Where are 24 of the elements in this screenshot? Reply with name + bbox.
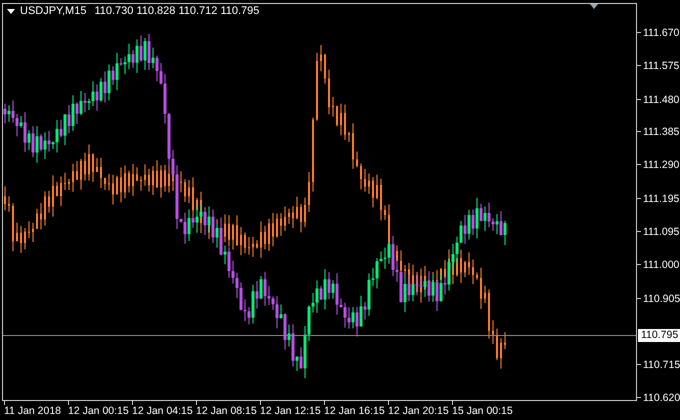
price-axis-label: 110.905 <box>643 293 680 305</box>
time-axis-label: 12 Jan 08:15 <box>196 405 257 417</box>
price-axis-label: 111.095 <box>643 226 680 238</box>
price-axis-label: 110.620 <box>643 392 680 404</box>
time-axis-label: 12 Jan 00:15 <box>68 405 129 417</box>
dropdown-icon[interactable] <box>7 9 15 14</box>
price-axis-label: 111.670 <box>643 27 680 39</box>
time-axis-label: 11 Jan 2018 <box>4 405 62 417</box>
time-axis-label: 12 Jan 04:15 <box>132 405 193 417</box>
price-axis-label: 111.000 <box>643 259 680 271</box>
price-axis-label: 111.480 <box>643 94 680 106</box>
time-axis-label: 15 Jan 00:15 <box>452 405 513 417</box>
time-axis-label: 12 Jan 12:15 <box>260 405 321 417</box>
price-axis-label: 111.195 <box>643 193 680 205</box>
symbol-label: USDJPY,M15 <box>20 5 86 18</box>
price-axis-label: 110.715 <box>643 359 680 371</box>
time-axis-label: 12 Jan 20:15 <box>388 405 449 417</box>
price-axis-label: 111.575 <box>643 60 680 72</box>
time-axis-label: 12 Jan 16:15 <box>324 405 385 417</box>
quote-values: 110.730 110.828 110.712 110.795 <box>94 5 260 18</box>
price-axis-label: 111.290 <box>643 159 680 171</box>
price-axis-label: 111.385 <box>643 126 680 138</box>
shift-marker-icon[interactable] <box>590 4 598 9</box>
current-price-label: 110.795 <box>638 329 680 342</box>
